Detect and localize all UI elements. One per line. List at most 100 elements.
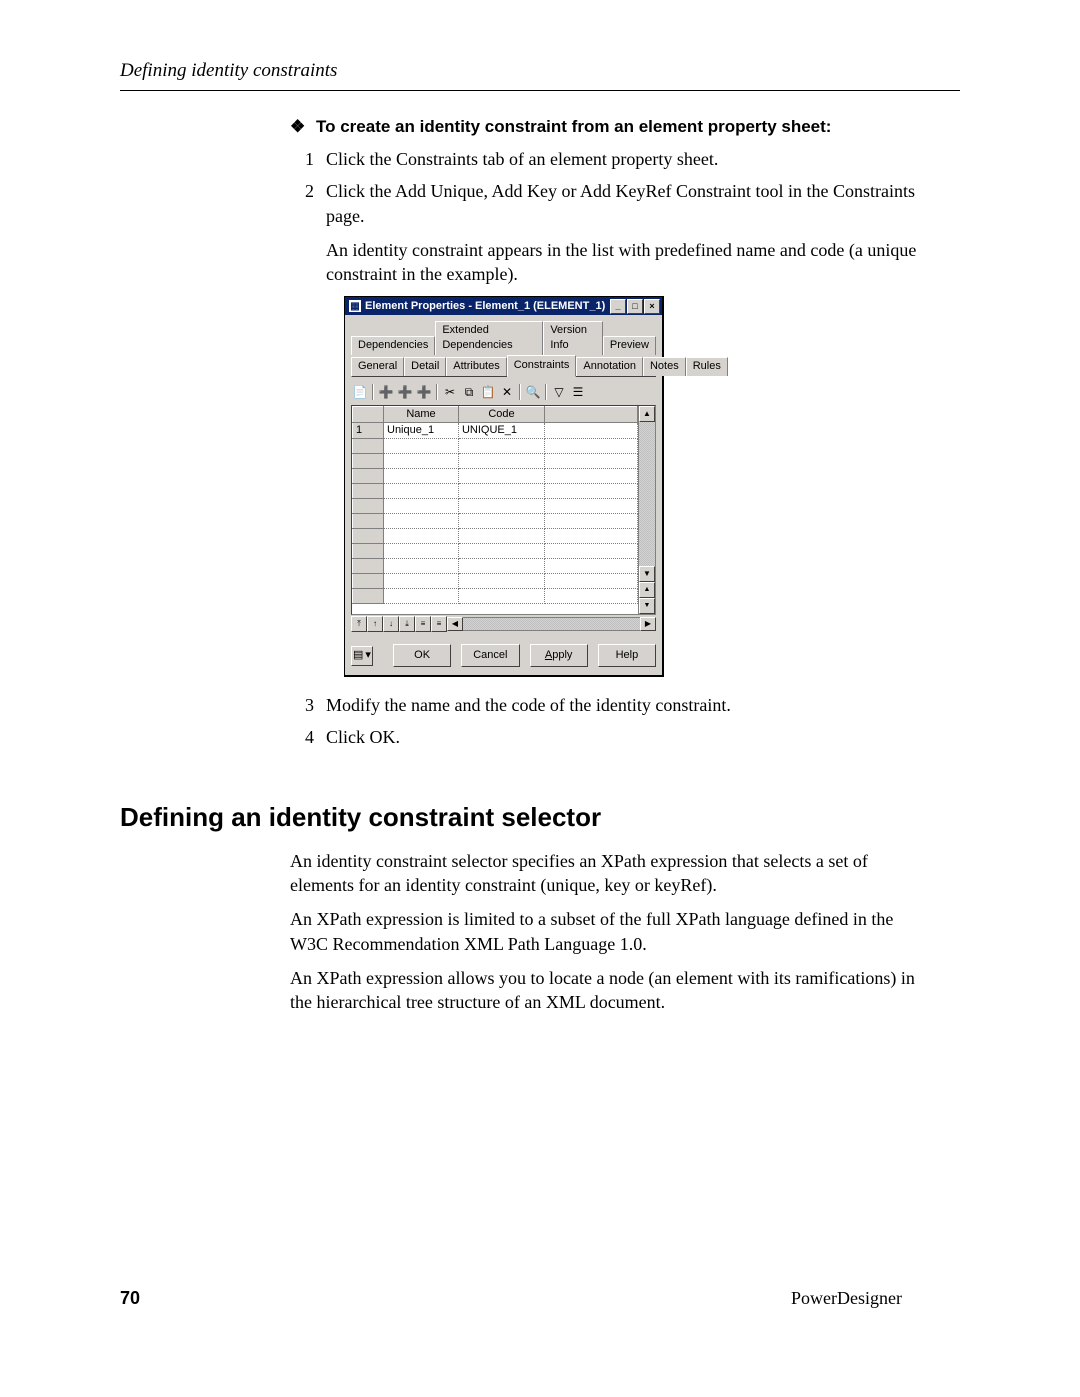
running-head-text: Defining identity constraints — [120, 60, 337, 81]
dialog-title: Element Properties - Element_1 (ELEMENT_… — [365, 299, 610, 314]
scroll-top-icon[interactable]: ▲ — [639, 582, 655, 598]
tab-preview[interactable]: Preview — [603, 336, 656, 355]
running-header: Defining identity constraints — [0, 60, 1080, 88]
move-last-icon[interactable]: ⤓ — [399, 616, 415, 632]
section-title: Defining an identity constraint selector — [120, 802, 1080, 833]
move-first-icon[interactable]: ⤒ — [351, 616, 367, 632]
delete-icon[interactable]: ✕ — [498, 383, 516, 401]
step-text: Click OK. — [326, 727, 400, 747]
cell-empty[interactable] — [545, 422, 638, 438]
tab-extended-dependencies[interactable]: Extended Dependencies — [435, 321, 543, 355]
table-row[interactable] — [353, 528, 638, 543]
tab-detail[interactable]: Detail — [404, 357, 446, 376]
move-down-icon[interactable]: ↓ — [383, 616, 399, 632]
page: Defining identity constraints ❖ To creat… — [0, 0, 1080, 1397]
filter-icon[interactable]: ▽ — [550, 383, 568, 401]
dialog-menu-button[interactable]: ▤ ▾ — [351, 646, 373, 666]
tab-row-secondary: Dependencies Extended Dependencies Versi… — [351, 321, 656, 355]
cell-code[interactable]: UNIQUE_1 — [458, 422, 544, 438]
move-up-icon[interactable]: ↑ — [367, 616, 383, 632]
task-heading-text: To create an identity constraint from an… — [316, 117, 831, 136]
table-row[interactable] — [353, 588, 638, 603]
tab-dependencies[interactable]: Dependencies — [351, 336, 435, 355]
maximize-button[interactable]: □ — [627, 299, 643, 314]
move-next-icon[interactable]: ≡ — [431, 616, 447, 632]
page-footer: 70 PowerDesigner — [120, 1288, 902, 1309]
body-paragraph: An XPath expression is limited to a subs… — [290, 907, 920, 956]
grid-col-code[interactable]: Code — [458, 407, 544, 423]
step-item: 3 Modify the name and the code of the id… — [290, 693, 920, 717]
page-number: 70 — [120, 1288, 140, 1309]
dialog-app-icon: ▦ — [349, 300, 361, 312]
table-row[interactable] — [353, 573, 638, 588]
paste-icon[interactable]: 📋 — [479, 383, 497, 401]
diamond-bullet-icon: ❖ — [290, 117, 305, 137]
scroll-bottom-icon[interactable]: ▼ — [639, 598, 655, 614]
header-rule — [120, 90, 960, 91]
menu-icon: ▤ — [353, 648, 363, 663]
cut-icon[interactable]: ✂ — [441, 383, 459, 401]
step-number: 3 — [290, 693, 314, 717]
tab-general[interactable]: General — [351, 357, 404, 376]
cancel-button[interactable]: Cancel — [461, 644, 519, 667]
steps-list: 1 Click the Constraints tab of an elemen… — [290, 147, 920, 750]
step-item: 4 Click OK. — [290, 725, 920, 749]
find-icon[interactable]: 🔍 — [524, 383, 542, 401]
scroll-right-icon[interactable]: ▶ — [640, 617, 656, 631]
grid-col-name[interactable]: Name — [384, 407, 459, 423]
ok-button[interactable]: OK — [393, 644, 451, 667]
table-row[interactable]: 1 Unique_1 UNIQUE_1 — [353, 422, 638, 438]
minimize-button[interactable]: _ — [610, 299, 626, 314]
table-row[interactable] — [353, 468, 638, 483]
step-item: 1 Click the Constraints tab of an elemen… — [290, 147, 920, 171]
help-button[interactable]: Help — [598, 644, 656, 667]
customize-columns-icon[interactable]: ☰ — [569, 383, 587, 401]
table-row[interactable] — [353, 453, 638, 468]
grid-table: Name Code 1 Unique_1 UNIQUE_1 — [352, 406, 638, 604]
move-prev-icon[interactable]: ≡ — [415, 616, 431, 632]
add-unique-icon[interactable]: ➕ — [377, 383, 395, 401]
dropdown-arrow-icon: ▾ — [365, 648, 371, 663]
tab-rules[interactable]: Rules — [686, 357, 728, 376]
product-name: PowerDesigner — [791, 1288, 902, 1309]
tab-constraints[interactable]: Constraints — [507, 355, 577, 377]
table-row[interactable] — [353, 483, 638, 498]
scroll-up-icon[interactable]: ▲ — [639, 406, 655, 422]
step-item: 2 Click the Add Unique, Add Key or Add K… — [290, 179, 920, 677]
scroll-down-icon[interactable]: ▼ — [639, 566, 655, 582]
scroll-left-icon[interactable]: ◀ — [447, 617, 463, 631]
grid-toolbar: 📄 ➕ ➕ ➕ ✂ ⧉ 📋 ✕ 🔍 — [351, 381, 656, 405]
scroll-track[interactable] — [639, 422, 655, 566]
horizontal-scrollbar[interactable]: ◀ ▶ — [447, 617, 656, 631]
table-row[interactable] — [353, 513, 638, 528]
tab-notes[interactable]: Notes — [643, 357, 686, 376]
toolbar-separator — [436, 384, 438, 400]
constraints-grid: Name Code 1 Unique_1 UNIQUE_1 — [351, 405, 656, 615]
tab-attributes[interactable]: Attributes — [446, 357, 506, 376]
tab-version-info[interactable]: Version Info — [543, 321, 603, 355]
table-row[interactable] — [353, 498, 638, 513]
table-row[interactable] — [353, 558, 638, 573]
close-button[interactable]: × — [644, 299, 660, 314]
toolbar-separator — [545, 384, 547, 400]
apply-button[interactable]: Apply — [530, 644, 588, 667]
properties-icon[interactable]: 📄 — [351, 383, 369, 401]
step-text: Click the Constraints tab of an element … — [326, 149, 718, 169]
scroll-track-h[interactable] — [463, 617, 640, 631]
tab-annotation[interactable]: Annotation — [576, 357, 643, 376]
table-row[interactable] — [353, 543, 638, 558]
add-keyref-icon[interactable]: ➕ — [415, 383, 433, 401]
add-key-icon[interactable]: ➕ — [396, 383, 414, 401]
vertical-scrollbar[interactable]: ▲ ▼ ▲ ▼ — [638, 406, 655, 614]
step-text: Modify the name and the code of the iden… — [326, 695, 731, 715]
grid-order-bar: ⤒ ↑ ↓ ⤓ ≡ ≡ ◀ ▶ — [351, 615, 656, 632]
toolbar-separator — [372, 384, 374, 400]
copy-icon[interactable]: ⧉ — [460, 383, 478, 401]
table-row[interactable] — [353, 438, 638, 453]
dialog-titlebar[interactable]: ▦ Element Properties - Element_1 (ELEMEN… — [345, 297, 662, 315]
toolbar-separator — [519, 384, 521, 400]
step-number: 4 — [290, 725, 314, 749]
step-text: Click the Add Unique, Add Key or Add Key… — [326, 181, 915, 225]
cell-name[interactable]: Unique_1 — [384, 422, 459, 438]
task-heading: ❖ To create an identity constraint from … — [290, 117, 920, 137]
